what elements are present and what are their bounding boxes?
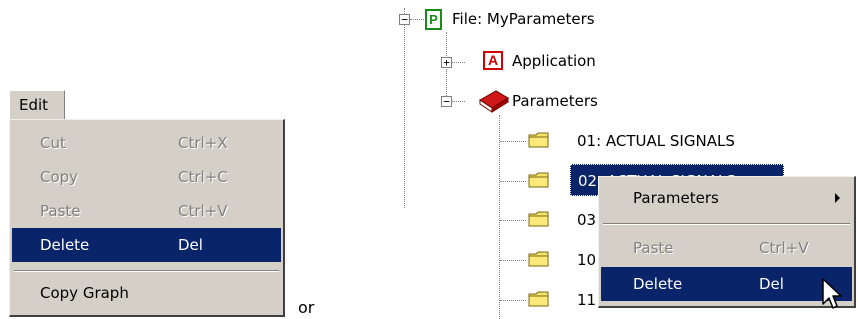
tree-node-parameters[interactable]: Parameters xyxy=(512,92,598,110)
context-menu-item-paste[interactable]: Paste Ctrl+V xyxy=(601,231,852,265)
collapse-toggle-parameters[interactable]: − xyxy=(441,96,452,107)
menu-item-copy-shortcut: Ctrl+C xyxy=(178,168,228,186)
menu-item-copy[interactable]: Copy Ctrl+C xyxy=(12,160,281,194)
tree-line xyxy=(500,300,526,301)
context-menu-item-parameters[interactable]: Parameters xyxy=(601,181,852,215)
context-menu-item-delete[interactable]: Delete Del xyxy=(601,267,852,301)
menu-item-copy-label: Copy xyxy=(40,168,79,186)
tree-line xyxy=(499,115,500,319)
tree-node-folder[interactable]: 10 xyxy=(577,251,596,269)
context-menu-item-parameters-label: Parameters xyxy=(633,189,719,207)
context-menu-item-paste-shortcut: Ctrl+V xyxy=(759,239,809,257)
edit-menu-title[interactable]: Edit xyxy=(9,90,65,120)
context-menu-item-delete-label: Delete xyxy=(633,275,683,293)
edit-menu-title-label: Edit xyxy=(19,96,49,114)
tree-line xyxy=(500,260,526,261)
tree-line xyxy=(500,141,526,142)
menu-item-delete[interactable]: Delete Del xyxy=(12,228,281,262)
tree-node-application[interactable]: Application xyxy=(512,52,596,70)
application-icon: A xyxy=(483,51,503,70)
menu-item-delete-shortcut: Del xyxy=(178,236,203,254)
menu-item-paste-label: Paste xyxy=(40,202,81,220)
tree-line xyxy=(500,220,526,221)
collapse-toggle-root[interactable]: − xyxy=(399,14,410,25)
book-icon xyxy=(479,90,509,113)
menu-item-paste-shortcut: Ctrl+V xyxy=(178,202,228,220)
tree-line xyxy=(451,62,465,63)
menu-item-copy-graph[interactable]: Copy Graph xyxy=(12,276,281,310)
tree-node-folder[interactable]: 03 xyxy=(577,211,596,229)
context-menu: Parameters Paste Ctrl+V Delete Del xyxy=(598,176,856,308)
tree-node-folder[interactable]: 01: ACTUAL SIGNALS xyxy=(577,132,735,150)
tree-line xyxy=(451,101,465,102)
menu-item-delete-label: Delete xyxy=(40,236,90,254)
expand-toggle-application[interactable]: + xyxy=(441,57,452,68)
submenu-arrow-icon xyxy=(835,193,840,203)
folder-icon xyxy=(528,251,549,267)
or-text: or xyxy=(298,298,315,317)
parameter-file-icon: P xyxy=(425,9,442,30)
menu-item-copy-graph-label: Copy Graph xyxy=(40,284,129,302)
menu-item-paste[interactable]: Paste Ctrl+V xyxy=(12,194,281,228)
context-menu-item-paste-label: Paste xyxy=(633,239,674,257)
edit-menu: Cut Ctrl+X Copy Ctrl+C Paste Ctrl+V Dele… xyxy=(9,119,285,317)
folder-icon xyxy=(528,291,549,307)
application-icon-letter: A xyxy=(487,52,499,68)
tree-node-folder[interactable]: 11 xyxy=(577,291,596,309)
context-menu-item-delete-shortcut: Del xyxy=(759,275,784,293)
menu-separator xyxy=(14,270,279,272)
menu-item-cut-label: Cut xyxy=(40,134,66,152)
folder-icon xyxy=(528,172,549,188)
mouse-pointer-icon xyxy=(822,278,842,309)
folder-icon xyxy=(528,132,549,148)
tree-line xyxy=(404,8,405,208)
parameter-file-icon-letter: P xyxy=(429,12,438,27)
context-menu-separator xyxy=(603,223,850,225)
folder-icon xyxy=(528,211,549,227)
tree-line xyxy=(500,181,526,182)
menu-item-cut-shortcut: Ctrl+X xyxy=(178,134,228,152)
tree-node-root[interactable]: File: MyParameters xyxy=(452,10,595,28)
menu-item-cut[interactable]: Cut Ctrl+X xyxy=(12,126,281,160)
tree-line xyxy=(410,19,424,20)
